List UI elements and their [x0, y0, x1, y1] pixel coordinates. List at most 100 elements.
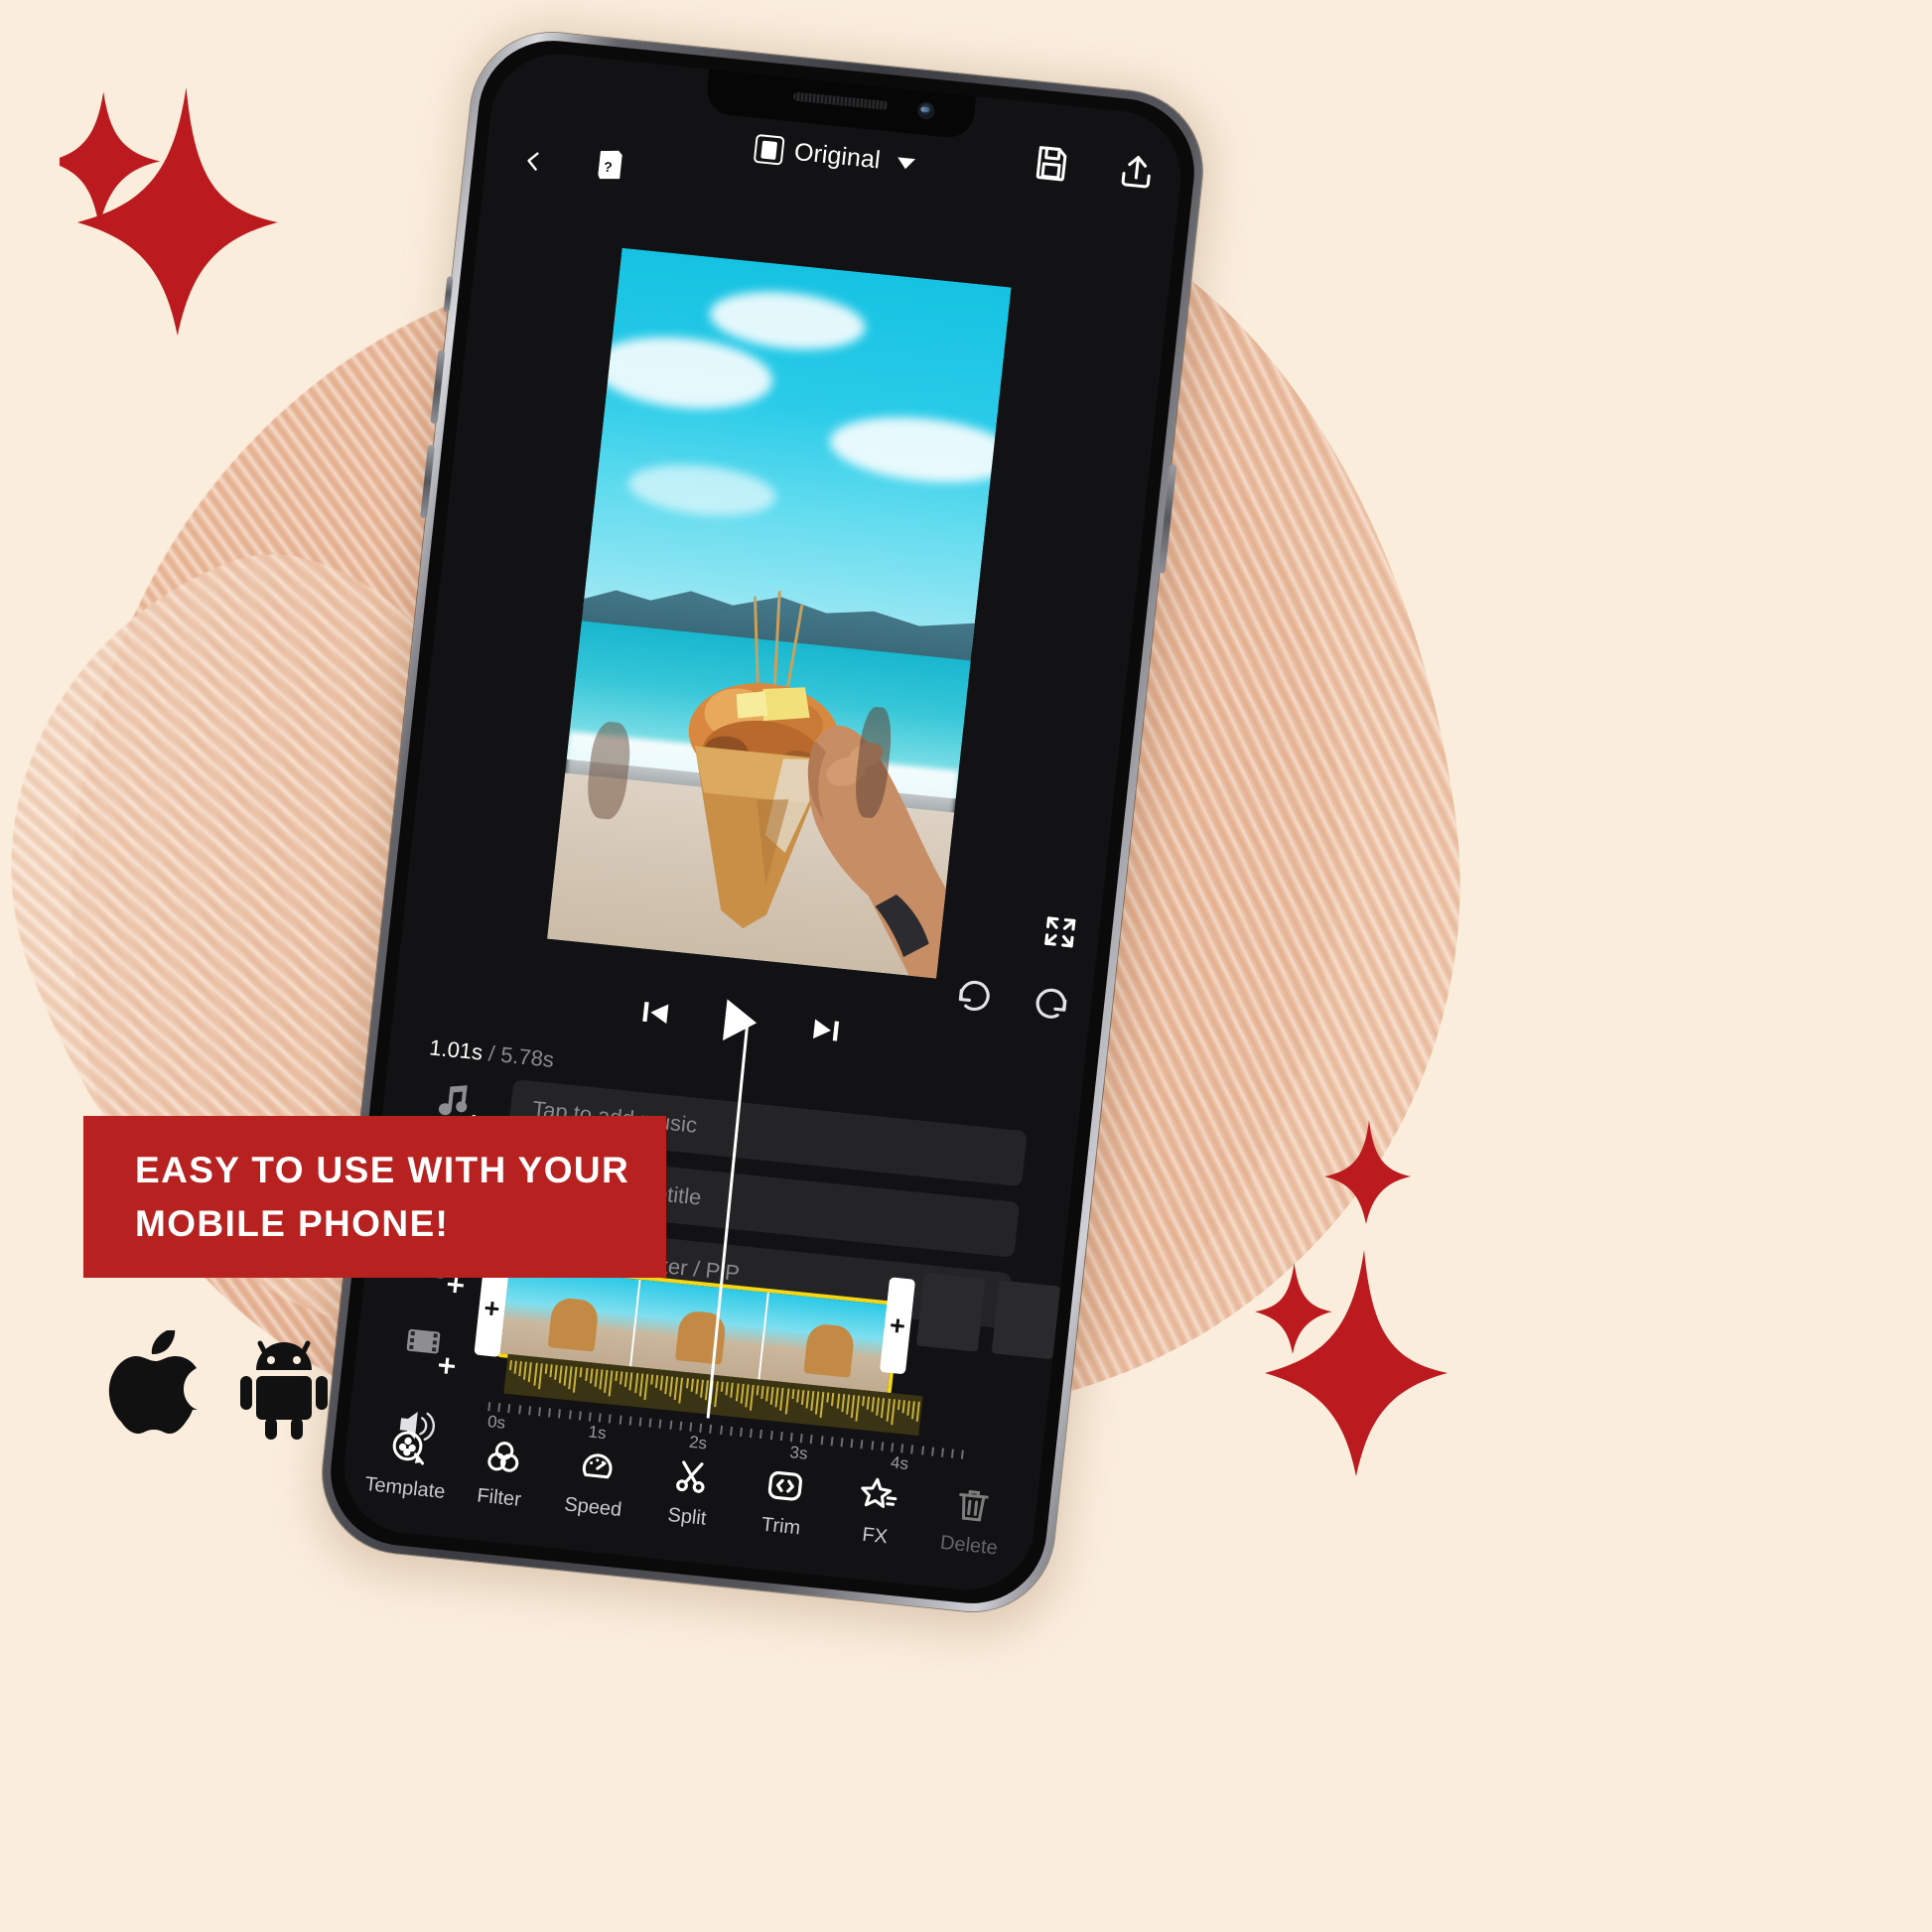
tool-fx[interactable]: FX	[827, 1471, 929, 1553]
waveform-tick	[620, 1371, 623, 1385]
apple-logo-icon	[108, 1330, 198, 1435]
ruler-tick	[940, 1448, 944, 1457]
waveform-tick	[633, 1372, 638, 1394]
promo-banner-line2: MOBILE PHONE!	[135, 1202, 450, 1244]
waveform-tick	[678, 1377, 684, 1404]
clip-handle-left-label: +	[483, 1292, 502, 1324]
waveform-tick	[725, 1382, 730, 1395]
waveform-tick	[549, 1364, 553, 1377]
timeline-ghost-clip[interactable]	[915, 1272, 986, 1352]
redo-arrow-icon[interactable]	[1032, 985, 1071, 1024]
ruler-tick	[850, 1439, 854, 1449]
clip-thumb-detail	[547, 1297, 600, 1353]
ruler-tick	[638, 1417, 642, 1427]
aspect-ratio-icon	[753, 133, 785, 166]
ruler-tick	[799, 1434, 803, 1444]
ruler-tick	[548, 1408, 552, 1418]
waveform-tick	[915, 1401, 920, 1423]
waveform-tick	[573, 1366, 578, 1393]
waveform-tick	[558, 1365, 563, 1384]
tool-filter[interactable]: Filter	[451, 1433, 553, 1514]
ruler-tick	[679, 1421, 683, 1431]
waveform-tick	[537, 1363, 543, 1389]
ruler-tick	[709, 1424, 713, 1434]
waveform-tick	[897, 1399, 900, 1410]
video-preview[interactable]	[547, 247, 1012, 979]
waveform-tick	[866, 1396, 871, 1410]
tool-template[interactable]: Template	[356, 1424, 459, 1505]
waveform-tick	[603, 1369, 609, 1393]
waveform-tick	[810, 1391, 815, 1412]
ruler-tick	[517, 1405, 521, 1415]
waveform-tick	[740, 1383, 745, 1405]
ruler-tick	[860, 1440, 864, 1449]
tool-speed[interactable]: Speed	[545, 1443, 647, 1524]
expand-fullscreen-icon[interactable]	[1041, 913, 1078, 950]
ruler-label: 1s	[587, 1422, 608, 1444]
waveform-tick	[855, 1395, 861, 1422]
aspect-ratio-label: Original	[792, 137, 883, 175]
android-robot-icon	[240, 1340, 328, 1440]
ruler-tick	[538, 1407, 542, 1417]
aspect-ratio-selector[interactable]: Original	[753, 133, 916, 179]
ruler-tick	[588, 1412, 592, 1422]
waveform-tick	[795, 1389, 800, 1403]
waveform-tick	[906, 1400, 910, 1417]
tool-trim[interactable]: Trim	[733, 1461, 835, 1543]
plus-badge-icon	[447, 1277, 464, 1294]
waveform-tick	[638, 1373, 643, 1397]
skip-to-start-icon[interactable]	[636, 994, 673, 1031]
waveform-tick	[518, 1361, 523, 1377]
undo-arrow-icon[interactable]	[954, 977, 994, 1016]
waveform-tick	[714, 1381, 719, 1407]
fx-star-icon	[861, 1477, 897, 1508]
timecode-separator: /	[486, 1040, 496, 1066]
waveform-tick	[836, 1393, 840, 1409]
ruler-tick	[578, 1411, 582, 1421]
ruler-tick	[668, 1420, 672, 1430]
waveform-tick	[735, 1383, 740, 1402]
ruler-tick	[870, 1441, 874, 1450]
add-video-clip-icon[interactable]	[403, 1321, 456, 1374]
ruler-tick	[658, 1419, 662, 1429]
history-controls	[954, 977, 1070, 1024]
waveform-tick	[508, 1360, 512, 1371]
ruler-label: 4s	[890, 1452, 910, 1474]
waveform-tick	[871, 1397, 876, 1413]
ruler-tick	[769, 1430, 773, 1441]
store-badges	[107, 1330, 330, 1440]
waveform-tick	[673, 1377, 679, 1401]
help-guide-book-icon[interactable]: ?	[594, 148, 626, 183]
ruler-tick	[750, 1428, 754, 1439]
chevron-left-icon[interactable]	[520, 148, 546, 174]
waveform-tick	[589, 1368, 594, 1384]
ruler-tick	[729, 1426, 733, 1437]
timeline-ghost-clip[interactable]	[991, 1280, 1061, 1360]
ruler-tick	[810, 1435, 814, 1445]
ruler-tick	[820, 1436, 824, 1446]
ruler-tick	[789, 1433, 793, 1443]
tool-template-label: Template	[363, 1472, 447, 1504]
timecode-total: 5.78s	[499, 1041, 556, 1072]
save-floppy-disk-icon[interactable]	[1031, 142, 1072, 184]
ruler-tick	[930, 1447, 934, 1456]
tool-delete[interactable]: Delete	[920, 1480, 1023, 1562]
waveform-tick	[599, 1369, 604, 1390]
waveform-tick	[890, 1399, 896, 1425]
ruler-tick	[568, 1410, 572, 1420]
waveform-tick	[624, 1371, 628, 1388]
ruler-tick	[719, 1425, 723, 1435]
tool-split[interactable]: Split	[638, 1451, 741, 1533]
skip-to-end-icon[interactable]	[808, 1012, 845, 1048]
waveform-tick	[831, 1393, 835, 1406]
template-film-reel-icon	[392, 1431, 424, 1465]
export-upload-icon[interactable]	[1116, 151, 1158, 193]
ruler-tick	[740, 1427, 743, 1438]
waveform-tick	[528, 1362, 533, 1383]
promo-banner-line1: EASY TO USE WITH YOUR	[135, 1149, 630, 1190]
sparkle-icon	[1254, 1263, 1332, 1354]
waveform-tick	[643, 1374, 648, 1400]
play-triangle-icon[interactable]	[722, 999, 759, 1044]
ruler-tick	[558, 1409, 562, 1419]
waveform-tick	[901, 1400, 905, 1414]
